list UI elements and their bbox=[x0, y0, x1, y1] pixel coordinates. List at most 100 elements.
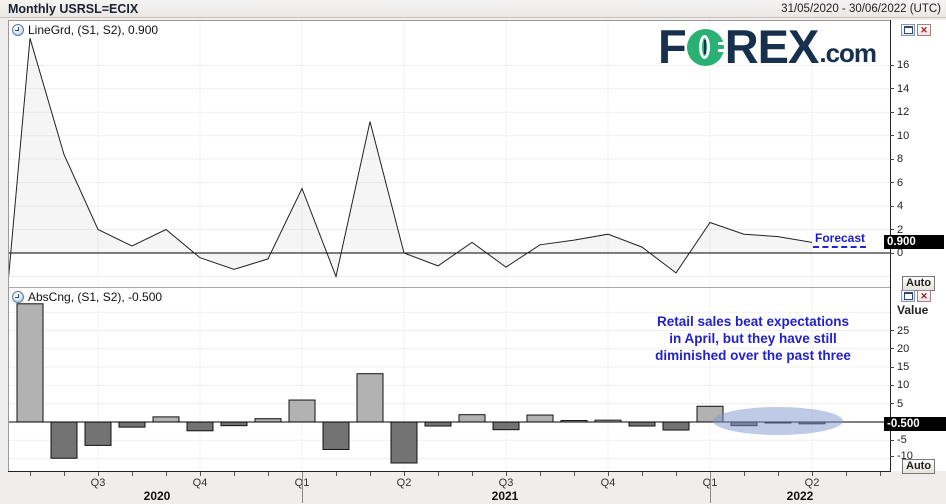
x-axis-tick bbox=[812, 472, 813, 476]
pane-separator[interactable] bbox=[8, 287, 890, 288]
y-axis-tick bbox=[890, 253, 894, 254]
y-axis-tick-label: 4 bbox=[897, 200, 903, 212]
x-axis-quarter-label: Q2 bbox=[387, 477, 421, 489]
logo-o-pin bbox=[704, 40, 706, 54]
y-axis-tick-label: -5 bbox=[897, 434, 907, 446]
x-axis-quarter-label: Q4 bbox=[591, 477, 625, 489]
x-axis-tick bbox=[200, 472, 201, 476]
x-axis-quarter-label: Q4 bbox=[183, 477, 217, 489]
pane1-restore-button[interactable] bbox=[901, 24, 915, 36]
pane2-legend[interactable]: AbsCng, (S1, S2), -0.500 bbox=[12, 290, 162, 304]
y-axis-tick bbox=[890, 135, 894, 136]
y-axis-tick-label: 15 bbox=[897, 361, 909, 373]
y-axis-tick-label: 20 bbox=[897, 343, 909, 355]
abs-change-bar bbox=[459, 415, 485, 422]
abs-change-bar bbox=[527, 415, 553, 422]
forex-com-logo: F REX .com bbox=[658, 26, 876, 68]
abs-change-bar bbox=[153, 417, 179, 422]
abs-change-bar bbox=[391, 422, 417, 463]
y-axis-tick-label: 0 bbox=[897, 247, 903, 259]
abs-change-bar bbox=[731, 422, 757, 426]
pane2-restore-button[interactable] bbox=[901, 290, 915, 302]
y-axis-tick bbox=[890, 348, 894, 349]
pane-left-border bbox=[8, 20, 9, 471]
abs-change-bar bbox=[357, 374, 383, 422]
x-axis-tick bbox=[268, 472, 269, 476]
pane1-current-value-badge: 0.900 bbox=[884, 235, 944, 249]
y-axis-tick-label: 14 bbox=[897, 83, 909, 95]
logo-o-notch bbox=[718, 49, 726, 52]
date-range: 31/05/2020 - 30/06/2022 (UTC) bbox=[781, 3, 941, 15]
x-axis-quarter-label: Q2 bbox=[795, 477, 829, 489]
y-axis-tick bbox=[890, 385, 894, 386]
chart-window: Monthly USRSL=ECIX 31/05/2020 - 30/06/20… bbox=[0, 0, 946, 504]
interval-clock-icon[interactable] bbox=[12, 24, 24, 36]
abs-change-bar bbox=[697, 406, 723, 422]
value-axis-title: Value bbox=[897, 303, 928, 317]
pane2-close-button[interactable] bbox=[917, 290, 931, 302]
pane1-auto-scale-button[interactable]: Auto bbox=[902, 276, 935, 291]
x-axis-tick bbox=[744, 472, 745, 476]
abs-change-bar bbox=[425, 422, 451, 426]
y-axis-tick bbox=[890, 159, 894, 160]
abs-change-bar bbox=[289, 400, 315, 422]
y-axis-tick bbox=[890, 229, 894, 230]
y-axis-tick bbox=[890, 206, 894, 207]
x-axis-tick bbox=[370, 472, 371, 476]
y-axis-tick-label: -10 bbox=[897, 450, 913, 462]
x-axis-tick bbox=[98, 472, 99, 476]
interval-clock-icon[interactable] bbox=[12, 291, 24, 303]
y-axis-tick bbox=[890, 330, 894, 331]
abs-change-bar bbox=[187, 422, 213, 431]
x-axis-tick bbox=[506, 472, 507, 476]
y-axis-tick-label: 16 bbox=[897, 59, 909, 71]
x-axis-tick bbox=[234, 472, 235, 476]
x-axis-tick bbox=[336, 472, 337, 476]
y-axis-tick-label: 2 bbox=[897, 224, 903, 236]
y-axis-tick bbox=[890, 88, 894, 89]
y-axis-tick-label: 10 bbox=[897, 379, 909, 391]
y-axis-tick bbox=[890, 403, 894, 404]
y-axis-tick-label: 8 bbox=[897, 153, 903, 165]
x-axis-year-label: 2020 bbox=[135, 489, 179, 503]
logo-dot-com: .com bbox=[819, 38, 876, 68]
y-axis-tick bbox=[890, 112, 894, 113]
y-axis-tick bbox=[890, 440, 894, 441]
x-axis-tick bbox=[472, 472, 473, 476]
x-axis-tick bbox=[64, 472, 65, 476]
x-axis-tick bbox=[880, 472, 881, 476]
annotation-line: diminished over the past three bbox=[622, 347, 884, 364]
x-axis-quarter-label: Q3 bbox=[489, 477, 523, 489]
x-axis-year-label: 2022 bbox=[778, 489, 822, 503]
forecast-label: Forecast bbox=[815, 231, 865, 245]
x-axis-tick bbox=[778, 472, 779, 476]
annotation-line: in April, but they have still bbox=[622, 330, 884, 347]
x-axis-tick bbox=[846, 472, 847, 476]
chart-title: Monthly USRSL=ECIX bbox=[8, 2, 138, 16]
x-axis-line bbox=[8, 471, 891, 472]
y-axis-tick-label: 12 bbox=[897, 106, 909, 118]
abs-change-bar bbox=[663, 422, 689, 430]
pane1-legend[interactable]: LineGrd, (S1, S2), 0.900 bbox=[12, 23, 158, 37]
x-axis-tick bbox=[30, 472, 31, 476]
x-axis-tick bbox=[438, 472, 439, 476]
forecast-dashed-line bbox=[813, 246, 866, 248]
year-separator-line bbox=[710, 472, 711, 503]
year-separator-line bbox=[302, 472, 303, 503]
logo-o-notch bbox=[718, 42, 726, 45]
y-axis-tick-label: 10 bbox=[897, 130, 909, 142]
title-bar: Monthly USRSL=ECIX 31/05/2020 - 30/06/20… bbox=[0, 0, 946, 18]
abs-change-bar bbox=[629, 422, 655, 426]
x-axis-tick bbox=[642, 472, 643, 476]
annotation-line: Retail sales beat expectations bbox=[622, 313, 884, 330]
logo-letter-f: F bbox=[658, 26, 686, 68]
y-axis-tick-label: 6 bbox=[897, 177, 903, 189]
pane1-legend-label: LineGrd, (S1, S2), 0.900 bbox=[28, 23, 158, 37]
pane1-close-button[interactable] bbox=[917, 24, 931, 36]
x-axis-tick bbox=[540, 472, 541, 476]
y-axis-tick bbox=[890, 456, 894, 457]
x-axis-year-label: 2021 bbox=[483, 489, 527, 503]
abs-change-bar bbox=[17, 304, 43, 422]
y-axis-tick bbox=[890, 65, 894, 66]
x-axis-tick bbox=[574, 472, 575, 476]
